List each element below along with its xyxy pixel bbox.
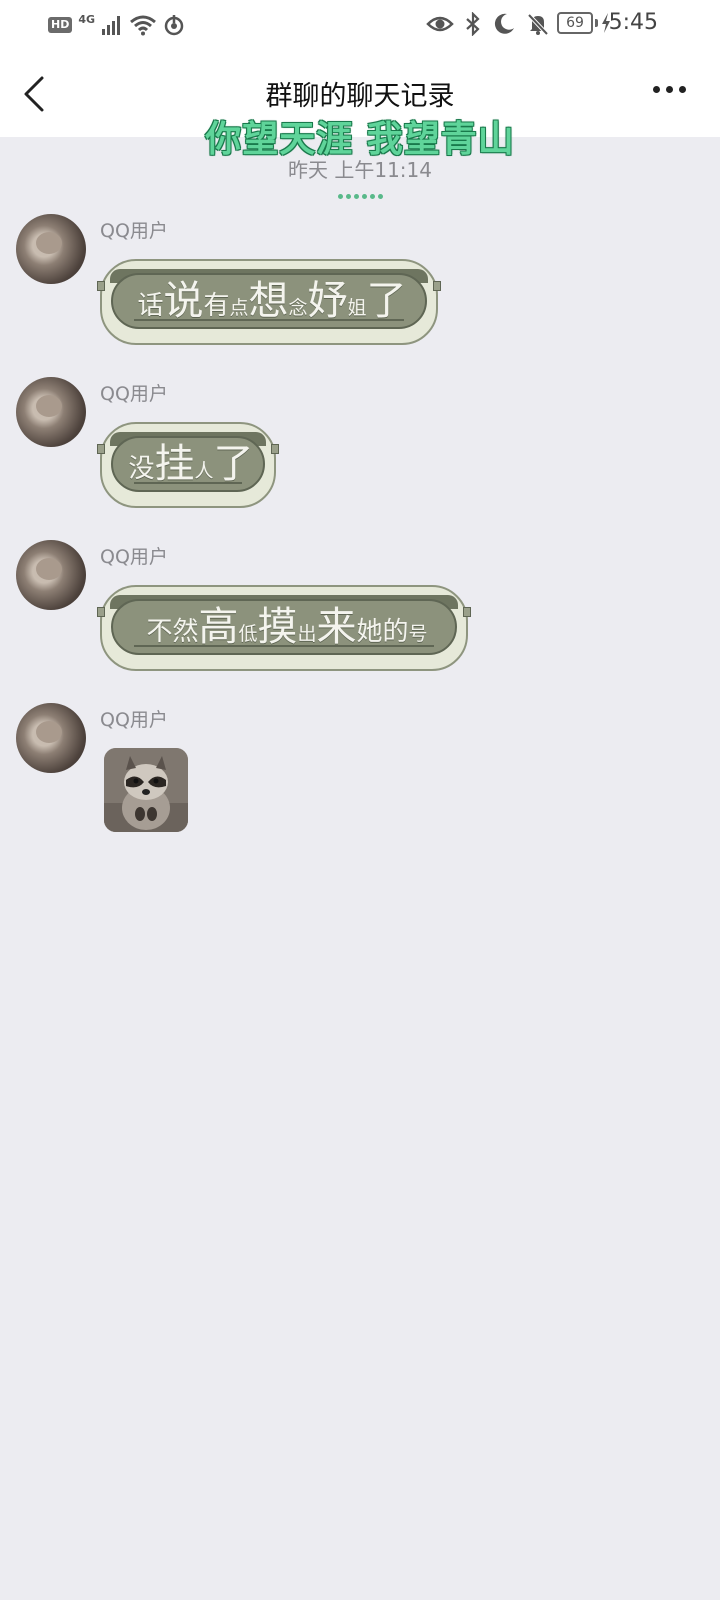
- sticker-text: 话说有点想念妤姐了: [137, 278, 407, 324]
- sticker-text: 不然高低摸出来她的号: [146, 604, 428, 650]
- raccoon-picture: [104, 748, 188, 832]
- avatar[interactable]: [16, 214, 86, 284]
- raccoon-sticker-image[interactable]: [104, 748, 188, 832]
- status-time: 5:45: [608, 10, 658, 35]
- avatar[interactable]: [16, 540, 86, 610]
- sender-name: QQ用户: [100, 546, 168, 568]
- battery-level: 69: [557, 12, 593, 34]
- sticker-message[interactable]: 没挂人了: [97, 422, 279, 508]
- more-icon-dot: [666, 86, 673, 93]
- hotspot-icon: [164, 15, 184, 36]
- hd-badge: HD: [48, 17, 73, 33]
- network-type: 4G: [78, 12, 96, 26]
- sender-name: QQ用户: [100, 709, 168, 731]
- loading-indicator: [338, 194, 383, 199]
- more-icon-dot: [679, 86, 686, 93]
- battery-tip: [595, 19, 598, 27]
- status-bar-right-icons: [426, 12, 550, 36]
- sender-name: QQ用户: [100, 220, 168, 242]
- avatar[interactable]: [16, 703, 86, 773]
- battery-indicator: 69: [557, 12, 612, 34]
- page-title: 群聊的聊天记录: [265, 81, 455, 112]
- signal-icon: [102, 16, 121, 35]
- sticker-message[interactable]: 话说有点想念妤姐了: [97, 259, 441, 345]
- sticker-message[interactable]: 不然高低摸出来她的号: [97, 585, 471, 671]
- more-button[interactable]: [653, 86, 686, 93]
- sticker-text: 没挂人了: [128, 441, 254, 487]
- bluetooth-icon: [466, 12, 480, 36]
- avatar[interactable]: [16, 377, 86, 447]
- more-icon: [653, 86, 660, 93]
- wifi-icon: [130, 15, 156, 36]
- status-bar-left: HD 4G: [48, 12, 185, 38]
- status-bar: HD 4G 69 5:45: [0, 0, 720, 50]
- message-timestamp: 昨天 上午11:14: [288, 158, 432, 182]
- moon-icon: [494, 13, 514, 34]
- sender-name: QQ用户: [100, 383, 168, 405]
- bell-off-icon: [527, 13, 549, 36]
- eye-icon: [426, 16, 454, 32]
